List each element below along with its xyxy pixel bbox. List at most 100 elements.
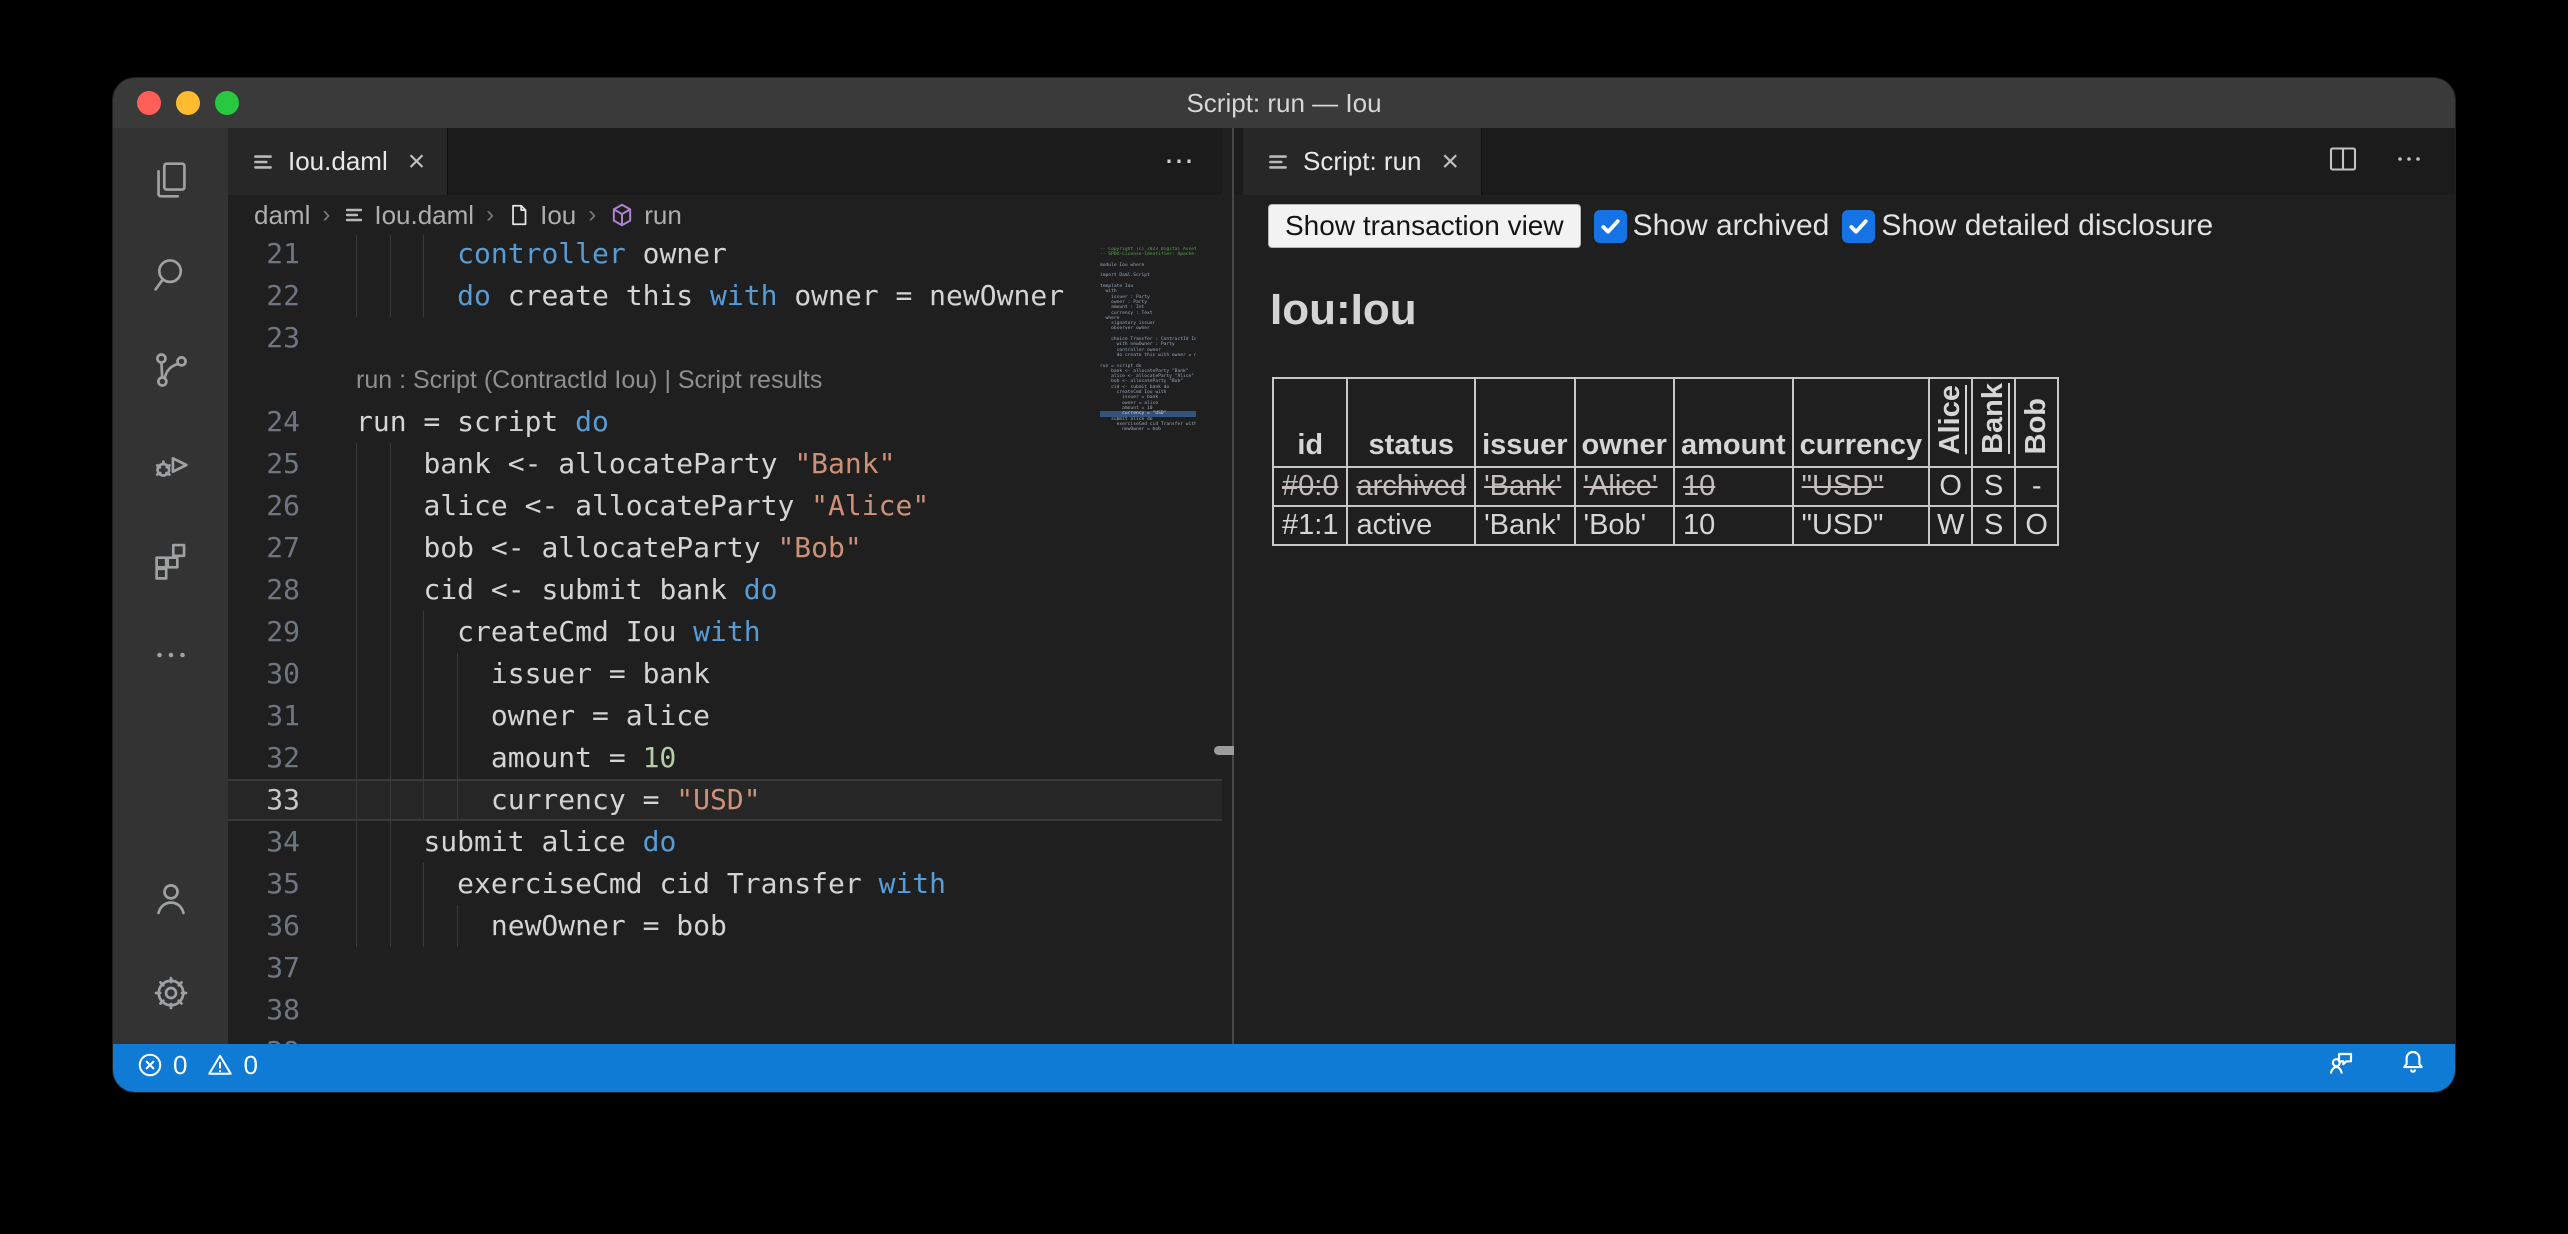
indent-guide <box>457 781 458 819</box>
party-role-cell: S <box>1972 467 2015 506</box>
code-line-31: 31 owner = alice <box>228 695 1222 737</box>
activity-bar <box>113 128 228 1044</box>
indent-guide <box>423 695 424 737</box>
code-line-35: 35 exerciseCmd cid Transfer with <box>228 863 1222 905</box>
line-number: 37 <box>228 947 300 989</box>
editor-group-sash[interactable] <box>1222 128 1234 1044</box>
indent-guide <box>356 863 357 905</box>
checkbox-show-detailed-disclosure[interactable]: Show detailed disclosure <box>1842 209 2213 243</box>
left-tabbar-more-icon[interactable]: ⋯ <box>1164 128 1198 195</box>
indent-guide <box>423 781 424 819</box>
tab-script-run[interactable]: Script: run × <box>1243 128 1482 195</box>
code-line-28: 28 cid <- submit bank do <box>228 569 1222 611</box>
problems-indicator[interactable]: 0 0 <box>135 1050 258 1081</box>
indent-guide <box>423 737 424 779</box>
split-editor-icon[interactable] <box>2325 141 2361 182</box>
code-lines: 21 controller owner22 do create this wit… <box>228 235 1222 1044</box>
notifications-bell-icon[interactable] <box>2397 1046 2429 1085</box>
code-line-26: 26 alice <- allocateParty "Alice" <box>228 485 1222 527</box>
indent-guide <box>390 905 391 947</box>
indent-guide <box>423 611 424 653</box>
code-line-27: 27 bob <- allocateParty "Bob" <box>228 527 1222 569</box>
indent-guide <box>390 863 391 905</box>
code-line-37: 37 <box>228 947 1222 989</box>
indent-guide <box>390 781 391 819</box>
show-transaction-view-button[interactable]: Show transaction view <box>1268 204 1581 248</box>
editor-group-left: Iou.daml × ⋯ daml›Iou.daml›Iou›run 21 co… <box>228 128 1222 1044</box>
code-line-25: 25 bank <- allocateParty "Bank" <box>228 443 1222 485</box>
indent-guide <box>356 695 357 737</box>
vscode-window: Script: run — Iou <box>113 78 2455 1092</box>
code-line-21: 21 controller owner <box>228 235 1222 275</box>
line-number: 30 <box>228 653 300 695</box>
codelens-run-script[interactable]: run : Script (ContractId Iou) | Script r… <box>356 359 1222 401</box>
indent-guide <box>390 485 391 527</box>
line-number: 39 <box>228 1031 300 1044</box>
party-column-header-alice: Alice <box>1929 378 1972 467</box>
column-header-status: status <box>1347 378 1475 467</box>
indent-guide <box>390 527 391 569</box>
indent-guide <box>356 905 357 947</box>
indent-guide <box>390 653 391 695</box>
indent-guide <box>423 863 424 905</box>
line-number: 25 <box>228 443 300 485</box>
contract-cell: #0:0 <box>1273 467 1347 506</box>
breadcrumb-separator: › <box>322 201 330 229</box>
breadcrumb-label: run <box>644 200 682 231</box>
accounts-icon[interactable] <box>141 868 201 928</box>
daml-file-icon <box>342 203 366 227</box>
indent-guide <box>356 235 357 275</box>
daml-file-icon <box>1265 149 1291 175</box>
line-number: 34 <box>228 821 300 863</box>
tab-close-icon[interactable]: × <box>406 147 428 177</box>
run-and-debug-icon[interactable] <box>141 435 201 495</box>
line-number: 21 <box>228 235 300 275</box>
contract-row-0-0: #0:0archived'Bank''Alice'10"USD"OS- <box>1273 467 2058 506</box>
contract-cell: "USD" <box>1793 467 1930 506</box>
line-number: 23 <box>228 317 300 359</box>
indent-guide <box>390 235 391 275</box>
contracts-table: idstatusissuerowneramountcurrencyAliceBa… <box>1272 377 2059 546</box>
explorer-icon[interactable] <box>141 150 201 210</box>
contract-cell: 'Bank' <box>1475 506 1574 545</box>
tab-close-icon[interactable]: × <box>1440 147 1462 177</box>
contract-cell: 'Alice' <box>1575 467 1674 506</box>
line-number: 36 <box>228 905 300 947</box>
source-control-icon[interactable] <box>141 340 201 400</box>
contract-cell: 'Bank' <box>1475 467 1574 506</box>
contract-cell: #1:1 <box>1273 506 1347 545</box>
checkbox-show-archived[interactable]: Show archived <box>1594 209 1830 243</box>
checkbox-box[interactable] <box>1842 210 1875 243</box>
settings-gear-icon[interactable] <box>141 963 201 1023</box>
indent-guide <box>356 275 357 317</box>
line-number: 31 <box>228 695 300 737</box>
party-role-cell: W <box>1929 506 1972 545</box>
template-heading: Iou:Iou <box>1270 285 1417 335</box>
feedback-icon[interactable] <box>2325 1046 2357 1085</box>
breadcrumb-item-iou[interactable]: Iou <box>506 200 576 231</box>
checkbox-box[interactable] <box>1594 210 1627 243</box>
code-line-22: 22 do create this with owner = newOwner <box>228 275 1222 317</box>
party-role-cell: O <box>1929 467 1972 506</box>
tab-iou-daml[interactable]: Iou.daml × <box>228 128 448 195</box>
more-actions-icon[interactable] <box>2391 141 2427 182</box>
line-number: 24 <box>228 401 300 443</box>
indent-guide <box>356 821 357 863</box>
symbol-file-icon <box>506 202 532 228</box>
title-bar: Script: run — Iou <box>113 78 2455 128</box>
code-editor[interactable]: 21 controller owner22 do create this wit… <box>228 235 1222 1044</box>
minimap[interactable]: -- Copyright (c) 2023 Digital Asset (Swi… <box>1100 247 1196 437</box>
extensions-icon[interactable] <box>141 530 201 590</box>
line-number: 22 <box>228 275 300 317</box>
breadcrumb-item-run[interactable]: run <box>608 200 682 231</box>
code-line-39: 39 <box>228 1031 1222 1044</box>
search-icon[interactable] <box>141 245 201 305</box>
breadcrumb-item-iou-daml[interactable]: Iou.daml <box>342 200 474 231</box>
code-line-24: 24run = script do <box>228 401 1222 443</box>
breadcrumb-item-daml[interactable]: daml <box>254 200 310 231</box>
indent-guide <box>390 821 391 863</box>
indent-guide <box>356 485 357 527</box>
more-views-icon[interactable] <box>141 625 201 685</box>
breadcrumb-separator: › <box>486 201 494 229</box>
breadcrumb: daml›Iou.daml›Iou›run <box>228 195 1222 235</box>
